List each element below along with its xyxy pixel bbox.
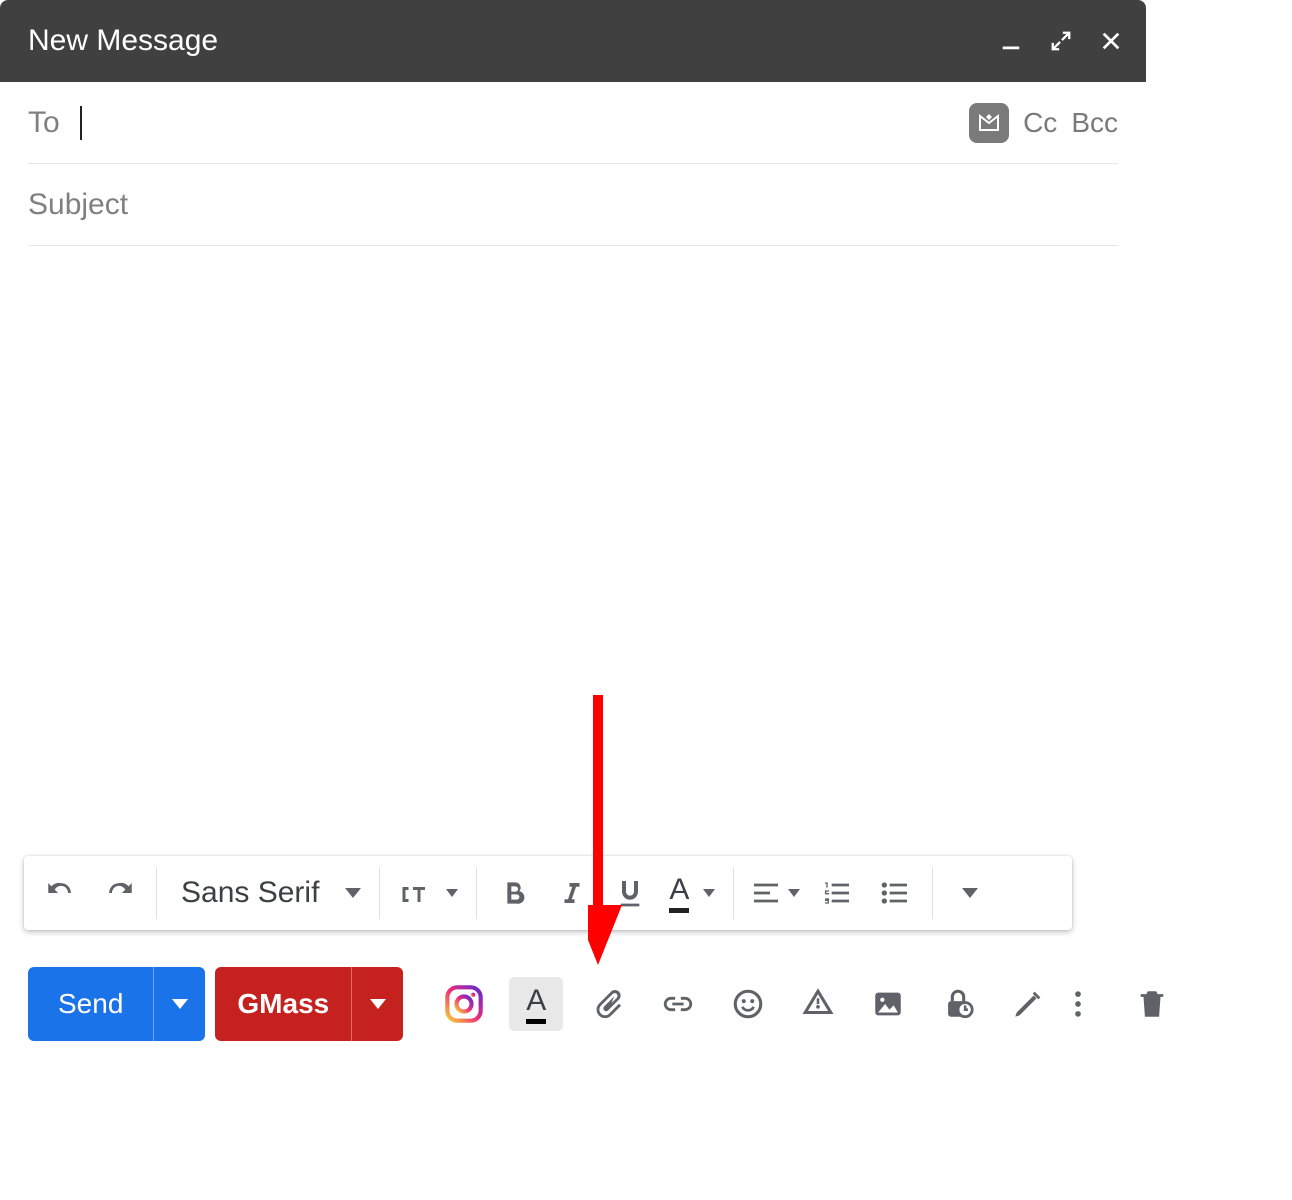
send-button-group: Send (28, 967, 205, 1041)
underline-button[interactable] (601, 864, 659, 922)
text-cursor (80, 106, 82, 140)
compose-body[interactable] (0, 246, 1146, 846)
chevron-down-icon (703, 889, 715, 897)
chevron-down-icon (446, 889, 458, 897)
numbered-list-button[interactable] (808, 864, 866, 922)
to-row[interactable]: To Cc Bcc (28, 82, 1118, 164)
more-options-button[interactable] (1053, 979, 1103, 1029)
compose-right-actions (1053, 979, 1177, 1029)
attach-file-button[interactable] (583, 979, 633, 1029)
insert-signature-button[interactable] (1003, 979, 1053, 1029)
discard-draft-button[interactable] (1127, 979, 1177, 1029)
text-color-glyph: A (669, 873, 689, 913)
compose-tools: A (439, 977, 1053, 1031)
cc-button[interactable]: Cc (1023, 107, 1057, 139)
gmass-extension-icon[interactable] (969, 103, 1009, 143)
to-right-controls: Cc Bcc (969, 103, 1118, 143)
bold-button[interactable] (485, 864, 543, 922)
minimize-icon[interactable] (1000, 30, 1022, 52)
compose-window: New Message To (0, 0, 1146, 846)
insert-photo-button[interactable] (863, 979, 913, 1029)
compose-title: New Message (28, 24, 218, 58)
send-options-button[interactable] (153, 967, 205, 1041)
insert-link-button[interactable] (653, 979, 703, 1029)
insert-drive-button[interactable] (793, 979, 843, 1029)
font-size-button[interactable] (388, 864, 468, 922)
to-input[interactable] (80, 82, 969, 163)
more-formatting-button[interactable] (941, 864, 999, 922)
compose-header: New Message (0, 0, 1146, 82)
subject-row[interactable]: Subject (28, 164, 1118, 246)
formatting-toolbar: Sans Serif A (24, 856, 1072, 930)
chevron-down-icon (172, 999, 188, 1009)
bcc-button[interactable]: Bcc (1071, 107, 1118, 139)
gmass-options-button[interactable] (351, 967, 403, 1041)
window-controls (1000, 30, 1122, 52)
insert-emoji-button[interactable] (723, 979, 773, 1029)
send-button[interactable]: Send (28, 967, 153, 1041)
expand-icon[interactable] (1050, 30, 1072, 52)
compose-fields: To Cc Bcc Subject (0, 82, 1146, 246)
to-label: To (28, 106, 60, 140)
bulleted-list-button[interactable] (866, 864, 924, 922)
gmass-button-group: GMass (215, 967, 403, 1041)
font-name-label: Sans Serif (181, 876, 319, 910)
instagram-extension-icon[interactable] (439, 979, 489, 1029)
format-a-glyph: A (526, 984, 546, 1024)
chevron-down-icon (370, 999, 386, 1009)
gmass-button[interactable]: GMass (215, 967, 351, 1041)
redo-button[interactable] (90, 864, 148, 922)
align-button[interactable] (742, 864, 808, 922)
undo-button[interactable] (32, 864, 90, 922)
italic-button[interactable] (543, 864, 601, 922)
chevron-down-icon (345, 888, 361, 898)
chevron-down-icon (962, 888, 978, 898)
compose-bottom-bar: Send GMass (28, 964, 1136, 1044)
font-family-select[interactable]: Sans Serif (165, 864, 371, 922)
subject-placeholder: Subject (28, 188, 128, 222)
text-color-button[interactable]: A (659, 864, 725, 922)
close-icon[interactable] (1100, 30, 1122, 52)
confidential-mode-button[interactable] (933, 979, 983, 1029)
toggle-formatting-button[interactable]: A (509, 977, 563, 1031)
chevron-down-icon (788, 889, 800, 897)
